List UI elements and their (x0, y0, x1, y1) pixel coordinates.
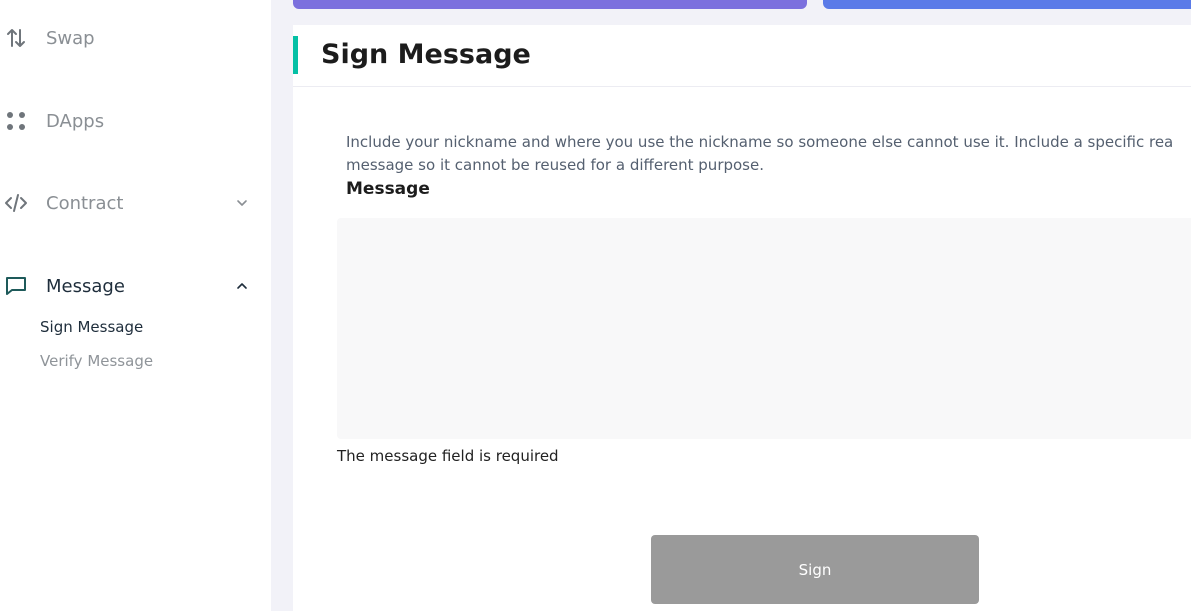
code-icon (4, 191, 28, 215)
page-title: Sign Message (321, 39, 531, 70)
sidebar-subitem-sign-message[interactable]: Sign Message (40, 318, 143, 336)
sidebar-item-contract[interactable]: Contract (0, 183, 271, 223)
sidebar-item-dapps[interactable]: DApps (0, 101, 271, 141)
top-action-button-right[interactable] (823, 0, 1191, 9)
sidebar-item-label: Message (46, 275, 125, 297)
sign-message-panel: Sign Message Include your nickname and w… (293, 25, 1191, 611)
message-textarea[interactable] (337, 218, 1191, 439)
swap-icon (4, 26, 28, 50)
sidebar-item-label: DApps (46, 110, 105, 132)
message-label: Message (346, 179, 430, 199)
sidebar-item-label: Swap (46, 27, 95, 49)
instructions-line: Include your nickname and where you use … (346, 133, 1174, 151)
title-accent-bar (293, 36, 298, 74)
dapps-icon (4, 109, 28, 133)
validation-error: The message field is required (337, 447, 559, 465)
instructions-text: Include your nickname and where you use … (346, 131, 1191, 177)
sidebar-item-label: Contract (46, 192, 124, 214)
sidebar-item-swap[interactable]: Swap (0, 18, 271, 58)
message-icon (4, 274, 28, 298)
panel-header: Sign Message (293, 25, 1191, 87)
sidebar-subitem-verify-message[interactable]: Verify Message (40, 352, 153, 370)
chevron-down-icon[interactable] (234, 195, 250, 211)
sidebar-item-message[interactable]: Message (0, 266, 271, 306)
sign-button[interactable]: Sign (651, 535, 979, 604)
instructions-line: message so it cannot be reused for a dif… (346, 156, 764, 174)
sidebar: Swap DApps Contract Message Sign Message… (0, 0, 271, 611)
chevron-up-icon[interactable] (234, 278, 250, 294)
top-action-button-left[interactable] (293, 0, 807, 9)
